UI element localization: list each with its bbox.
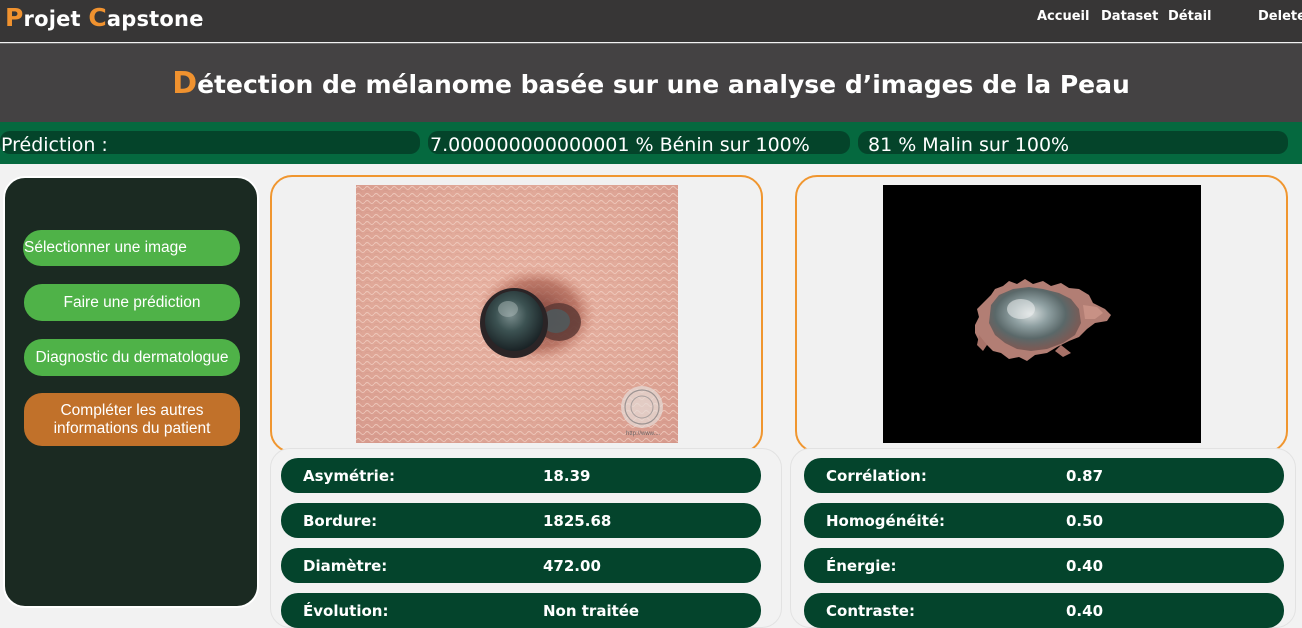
brand-text-projet: rojet xyxy=(23,7,89,31)
stat-diameter: Diamètre: 472.00 xyxy=(281,548,761,583)
action-panel: Sélectionner une image Faire une prédict… xyxy=(3,176,259,608)
complete-patient-info-button[interactable]: Compléter les autres informations du pat… xyxy=(24,393,240,446)
stat-value: 18.39 xyxy=(543,467,591,485)
stat-value: 472.00 xyxy=(543,557,601,575)
stat-label: Énergie: xyxy=(826,557,897,575)
nav-home[interactable]: Accueil xyxy=(1037,9,1089,24)
segmented-image-card xyxy=(795,175,1288,453)
stat-value: 0.40 xyxy=(1066,602,1104,620)
page-title-text: étection de mélanome basée sur une analy… xyxy=(197,70,1130,99)
page-header-banner: Détection de mélanome basée sur une anal… xyxy=(0,43,1302,122)
prediction-bar: Prédiction : 7.000000000000001 % Bénin s… xyxy=(0,122,1302,164)
stat-correlation: Corrélation: 0.87 xyxy=(804,458,1284,493)
stat-label: Homogénéité: xyxy=(826,512,946,530)
stat-border: Bordure: 1825.68 xyxy=(281,503,761,538)
original-skin-image: http://www.... xyxy=(356,185,678,443)
original-image-card: http://www.... xyxy=(270,175,763,453)
segmented-lesion-image xyxy=(883,185,1201,443)
stat-label: Évolution: xyxy=(303,602,389,620)
shape-stats-panel: Asymétrie: 18.39 Bordure: 1825.68 Diamèt… xyxy=(270,448,782,628)
prediction-label: Prédiction : xyxy=(1,134,108,156)
stat-label: Diamètre: xyxy=(303,557,388,575)
dermatologist-diagnosis-button-label: Diagnostic du dermatologue xyxy=(35,348,229,366)
stat-label: Bordure: xyxy=(303,512,378,530)
stat-homogeneity: Homogénéité: 0.50 xyxy=(804,503,1284,538)
stat-value: 0.50 xyxy=(1066,512,1104,530)
brand-initial-c: C xyxy=(88,3,107,32)
predict-button[interactable]: Faire une prédiction xyxy=(24,284,240,321)
stat-value: 0.40 xyxy=(1066,557,1104,575)
brand-initial-p: P xyxy=(5,3,24,32)
nav-detail[interactable]: Détail xyxy=(1168,9,1212,24)
prediction-benign-value: 7.000000000000001 % Bénin sur 100% xyxy=(430,134,810,156)
texture-stats-panel: Corrélation: 0.87 Homogénéité: 0.50 Éner… xyxy=(790,448,1296,628)
top-navbar: Projet Capstone Accueil Dataset Détail D… xyxy=(0,0,1302,42)
segmented-lesion-shape xyxy=(975,279,1111,361)
dermatologist-diagnosis-button[interactable]: Diagnostic du dermatologue xyxy=(24,339,240,376)
complete-patient-info-button-label: Compléter les autres informations du pat… xyxy=(53,401,211,437)
page-title: Détection de mélanome basée sur une anal… xyxy=(0,66,1302,101)
image-watermark: http://www.... xyxy=(626,431,661,437)
stat-label: Contraste: xyxy=(826,602,915,620)
select-image-button-label: Sélectionner une image xyxy=(24,239,187,256)
stat-value: Non traitée xyxy=(543,602,640,620)
stat-value: 1825.68 xyxy=(543,512,612,530)
prediction-malignant-value: 81 % Malin sur 100% xyxy=(868,134,1070,156)
brand-logo[interactable]: Projet Capstone xyxy=(5,3,204,32)
nav-dataset[interactable]: Dataset xyxy=(1101,9,1158,24)
brand-text-capstone: apstone xyxy=(106,7,204,31)
skin-lesion-image: http://www.... xyxy=(356,185,678,443)
stat-label: Corrélation: xyxy=(826,467,927,485)
stat-energy: Énergie: 0.40 xyxy=(804,548,1284,583)
stat-value: 0.87 xyxy=(1066,467,1104,485)
predict-button-label: Faire une prédiction xyxy=(63,293,201,311)
select-image-button[interactable]: Sélectionner une image xyxy=(23,230,240,266)
stat-label: Asymétrie: xyxy=(303,467,395,485)
stat-asymmetry: Asymétrie: 18.39 xyxy=(281,458,761,493)
stat-evolution: Évolution: Non traitée xyxy=(281,593,761,628)
page-title-initial: D xyxy=(172,66,198,101)
stat-contrast: Contraste: 0.40 xyxy=(804,593,1284,628)
nav-delete[interactable]: Delete xyxy=(1258,9,1302,24)
